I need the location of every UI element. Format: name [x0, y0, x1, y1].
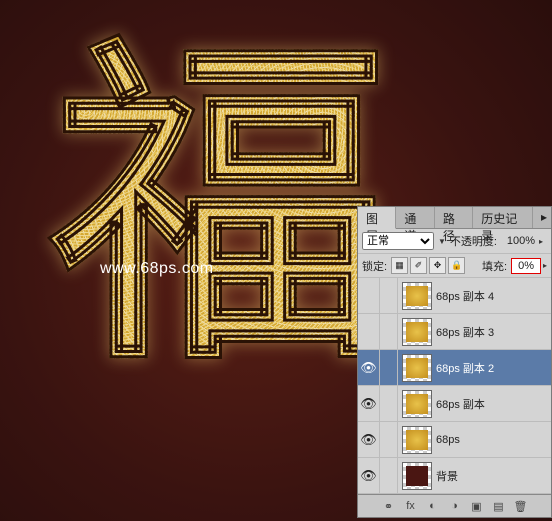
layer-style-icon[interactable]: fx [403, 498, 419, 514]
layer-row[interactable]: 👁 68ps 副本 [358, 386, 551, 422]
opacity-label: 不透明度: [450, 233, 497, 249]
lock-transparent-icon[interactable]: ▦ [391, 257, 408, 274]
lock-fill-row: 锁定: ▦ ✐ ✥ 🔒 填充: 0% ▸ [358, 254, 551, 278]
lock-all-icon[interactable]: 🔒 [448, 257, 465, 274]
layer-thumbnail[interactable] [402, 282, 432, 310]
layer-row[interactable]: 👁 68ps [358, 422, 551, 458]
link-layers-icon[interactable]: ⚭ [381, 498, 397, 514]
layer-name[interactable]: 68ps 副本 4 [436, 288, 494, 304]
delete-layer-icon[interactable]: 🗑 [513, 498, 529, 514]
tab-layers[interactable]: 图层 [358, 207, 396, 229]
layer-name[interactable]: 68ps 副本 [436, 396, 485, 412]
new-layer-icon[interactable]: ▤ [491, 498, 507, 514]
visibility-toggle[interactable]: 👁 [358, 458, 380, 493]
fill-value[interactable]: 0% [511, 258, 541, 274]
layer-thumbnail[interactable] [402, 390, 432, 418]
blend-mode-select[interactable]: 正常 [362, 232, 434, 250]
watermark-text: www.68ps.com [100, 260, 214, 278]
new-group-icon[interactable]: ▣ [469, 498, 485, 514]
tab-channels[interactable]: 通道 [396, 207, 434, 228]
visibility-toggle[interactable] [358, 278, 380, 313]
layer-name[interactable]: 68ps 副本 3 [436, 324, 494, 340]
link-cell[interactable] [380, 422, 398, 457]
layer-row[interactable]: 👁 68ps 副本 2 [358, 350, 551, 386]
lock-position-icon[interactable]: ✥ [429, 257, 446, 274]
panel-tabs: 图层 通道 路径 历史记录 ▸ [358, 207, 551, 229]
layer-thumbnail[interactable] [402, 462, 432, 490]
artwork-glyph: 福 [51, 41, 391, 381]
fill-label: 填充: [482, 258, 507, 274]
adjustment-layer-icon[interactable]: ◑ [447, 498, 463, 514]
link-cell[interactable] [380, 458, 398, 493]
dropdown-icon: ▼ [438, 237, 446, 246]
lock-pixels-icon[interactable]: ✐ [410, 257, 427, 274]
layer-thumbnail[interactable] [402, 426, 432, 454]
link-cell[interactable] [380, 386, 398, 421]
layer-name[interactable]: 68ps 副本 2 [436, 360, 494, 376]
visibility-toggle[interactable]: 👁 [358, 386, 380, 421]
layer-thumbnail[interactable] [402, 354, 432, 382]
layer-mask-icon[interactable]: ◐ [425, 498, 441, 514]
visibility-toggle[interactable] [358, 314, 380, 349]
layer-list: 68ps 副本 4 68ps 副本 3 👁 68ps 副本 2 👁 68ps 副… [358, 278, 551, 494]
layer-name[interactable]: 68ps [436, 434, 460, 446]
layers-panel: 图层 通道 路径 历史记录 ▸ 正常 ▼ 不透明度: 100% ▸ 锁定: ▦ … [357, 206, 552, 518]
layer-row[interactable]: 68ps 副本 4 [358, 278, 551, 314]
visibility-toggle[interactable]: 👁 [358, 350, 380, 385]
layer-row[interactable]: 👁 背景 [358, 458, 551, 494]
panel-menu-icon[interactable]: ▸ [533, 207, 551, 228]
tab-history[interactable]: 历史记录 [473, 207, 533, 228]
tab-paths[interactable]: 路径 [435, 207, 473, 228]
opacity-value[interactable]: 100% [501, 235, 535, 247]
lock-label: 锁定: [362, 258, 387, 274]
panel-footer: ⚭ fx ◐ ◑ ▣ ▤ 🗑 [358, 494, 551, 517]
link-cell[interactable] [380, 314, 398, 349]
blend-opacity-row: 正常 ▼ 不透明度: 100% ▸ [358, 229, 551, 254]
layer-row[interactable]: 68ps 副本 3 [358, 314, 551, 350]
visibility-toggle[interactable]: 👁 [358, 422, 380, 457]
link-cell[interactable] [380, 350, 398, 385]
layer-name[interactable]: 背景 [436, 468, 458, 484]
opacity-slider-icon[interactable]: ▸ [539, 237, 543, 246]
fill-slider-icon[interactable]: ▸ [543, 261, 547, 270]
link-cell[interactable] [380, 278, 398, 313]
layer-thumbnail[interactable] [402, 318, 432, 346]
